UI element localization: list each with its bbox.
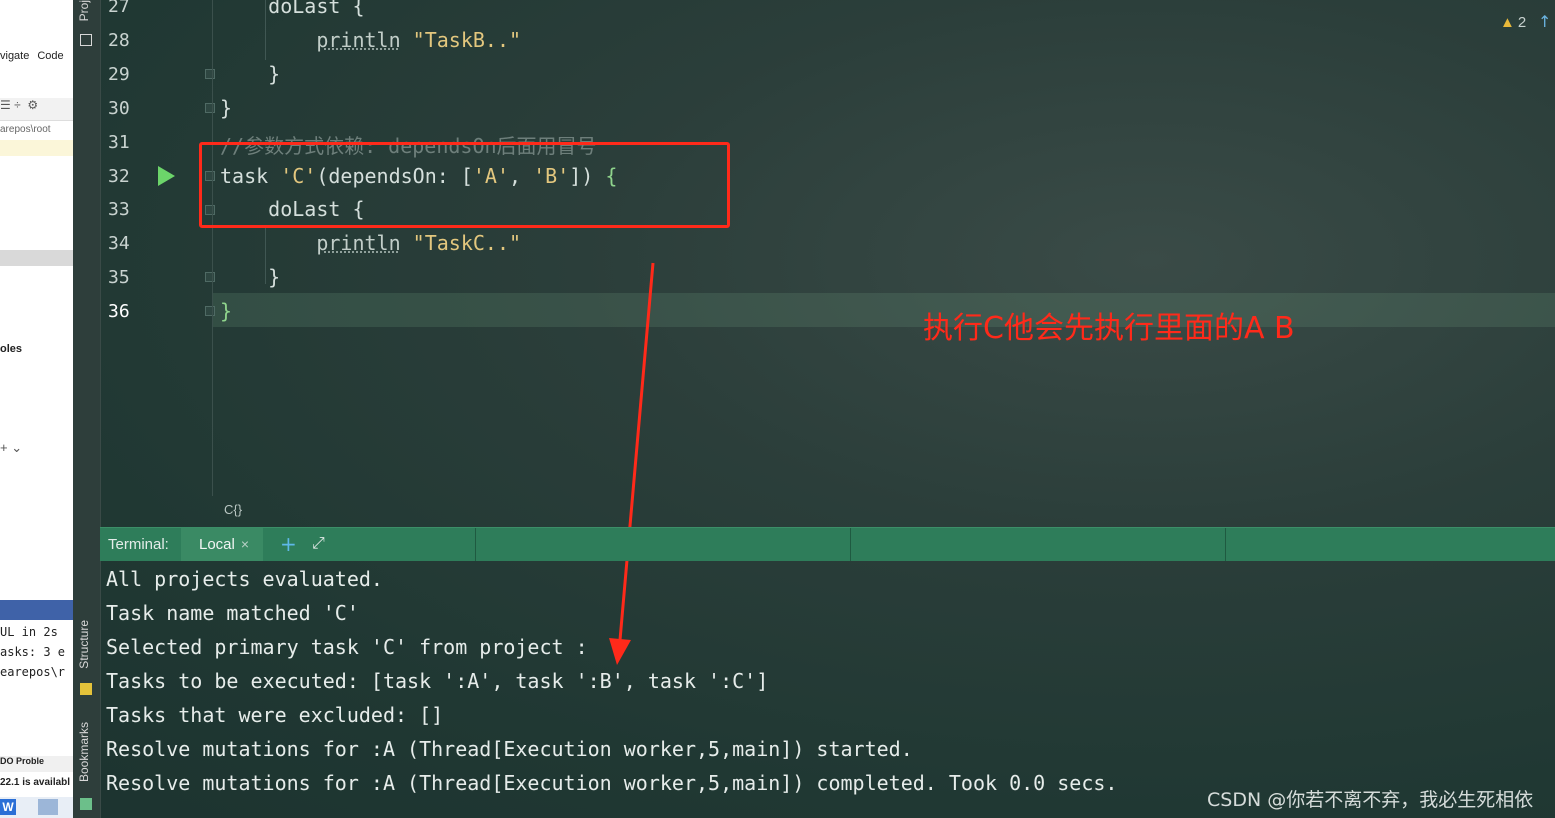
line-number: 29 (108, 64, 130, 85)
background-add-icon[interactable]: + ⌄ (0, 440, 22, 456)
annotation-box (199, 142, 730, 228)
background-term-line: asks: 3 e (0, 645, 66, 659)
terminal-line: All projects evaluated. (106, 567, 383, 591)
line-number: 35 (108, 267, 130, 288)
bookmarks-icon[interactable] (80, 798, 92, 810)
warning-indicator[interactable]: ▲ 2 (1500, 14, 1526, 31)
toolbar-divider (850, 528, 851, 561)
code-line-30: } (220, 96, 233, 120)
breadcrumb[interactable]: C{} (224, 502, 242, 517)
background-toolbar: ☰ ÷ ⚙ (0, 98, 73, 121)
background-menu: vigate Code (0, 50, 73, 68)
expand-icon[interactable]: ⤢ (312, 533, 325, 553)
arrow-up-icon[interactable]: ↑ (1538, 12, 1551, 31)
terminal-line: Tasks that were excluded: [] (106, 703, 444, 727)
background-blue-bar (0, 600, 73, 620)
word-app-icon[interactable]: W (0, 799, 16, 815)
terminal-line: Tasks to be executed: [task ':A', task '… (106, 669, 769, 693)
terminal-output[interactable]: All projects evaluated. Task name matche… (106, 563, 1546, 801)
code-string: "TaskB.." (412, 28, 522, 52)
tool-window-strip: Proj Structure Bookmarks (73, 0, 101, 818)
expand-icon[interactable]: ÷ (14, 98, 21, 112)
tab-project[interactable]: Proj (77, 0, 91, 21)
background-divider-row (0, 250, 73, 266)
line-number: 31 (108, 132, 130, 153)
line-number: 34 (108, 233, 130, 254)
close-icon[interactable]: × (241, 536, 249, 552)
toolbar-divider (475, 528, 476, 561)
collapse-icon[interactable]: ☰ (0, 98, 11, 112)
line-number: 30 (108, 98, 130, 119)
background-selected-row (0, 140, 73, 156)
toolbar-divider (1225, 528, 1226, 561)
tab-bookmarks[interactable]: Bookmarks (77, 722, 91, 782)
background-terminal-text: UL in 2s asks: 3 e earepos\r (0, 622, 65, 682)
line-number: 32 (108, 166, 130, 187)
watermark: CSDN @你若不离不弃，我必生死相依 (1207, 789, 1534, 811)
terminal-line: Task name matched 'C' (106, 601, 359, 625)
window-app-icon[interactable] (38, 799, 58, 815)
code-line-27: doLast { (220, 0, 365, 18)
terminal-toolbar: Terminal: Local × + ⤢ (100, 527, 1555, 561)
terminal-label: Terminal: (108, 536, 169, 553)
structure-icon[interactable] (80, 683, 92, 695)
menu-navigate[interactable]: vigate (0, 50, 29, 62)
tab-structure[interactable]: Structure (77, 620, 91, 669)
annotation-text: 执行C他会先执行里面的A B (923, 311, 1295, 346)
code-string: "TaskC.." (412, 231, 522, 255)
add-terminal-icon[interactable]: + (280, 532, 297, 556)
gear-icon[interactable]: ⚙ (27, 98, 38, 112)
background-term-line: earepos\r (0, 665, 66, 679)
editor-gutter: 27 28 29 30 31 32 33 34 35 36 (100, 0, 212, 496)
terminal-line: Selected primary task 'C' from project : (106, 635, 588, 659)
run-task-icon[interactable] (158, 166, 175, 186)
code-function: println (316, 28, 401, 52)
menu-code[interactable]: Code (37, 50, 63, 62)
line-number-current: 36 (108, 301, 130, 322)
background-window: vigate Code ☰ ÷ ⚙ arepos\root oles + ⌄ UL… (0, 0, 73, 818)
line-number: 27 (108, 0, 130, 17)
background-path: arepos\root (0, 124, 51, 135)
code-line-36: } (220, 299, 233, 323)
line-number: 33 (108, 199, 130, 220)
project-icon[interactable] (80, 34, 92, 46)
warning-count: 2 (1517, 14, 1527, 31)
terminal-line: Resolve mutations for :A (Thread[Executi… (106, 737, 913, 761)
code-line-34: println "TaskC.." (220, 231, 521, 255)
background-status: DO Proble (0, 756, 73, 772)
code-line-29: } (220, 62, 281, 86)
background-term-line: UL in 2s (0, 625, 58, 639)
tab-local-label: Local (199, 536, 235, 553)
warning-icon: ▲ (1500, 14, 1515, 31)
background-roles-label: oles (0, 343, 23, 355)
tab-local[interactable]: Local × (181, 528, 264, 561)
code-editor[interactable]: doLast { println "TaskB.." } } //参数方式依赖:… (213, 0, 1555, 496)
taskbar: W (0, 797, 73, 818)
code-function: println (316, 231, 401, 255)
background-update-notice: 22.1 is availabl (0, 777, 71, 788)
code-line-35: } (220, 265, 281, 289)
line-number: 28 (108, 30, 130, 51)
code-line-28: println "TaskB.." (220, 28, 521, 52)
